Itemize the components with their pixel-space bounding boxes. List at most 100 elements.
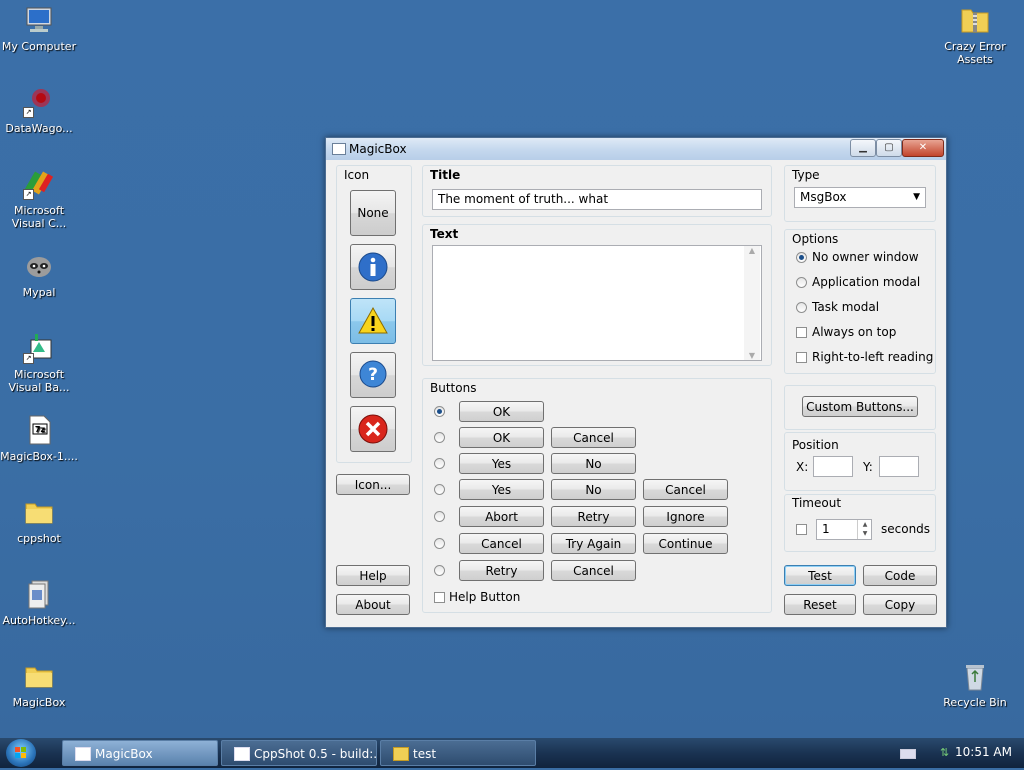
autohotkey-icon — [23, 578, 55, 610]
position-group: Position X: Y: — [784, 432, 936, 491]
timeout-spinner[interactable]: ▲ ▼ — [857, 520, 872, 539]
desktop-icon-label: MagicBox-1.... — [0, 450, 78, 463]
maximize-button[interactable]: ▢ — [876, 139, 902, 157]
text-scrollbar[interactable]: ▲ ▼ — [744, 246, 760, 360]
always-on-top-checkbox[interactable] — [796, 327, 807, 338]
buttons-radio-yes-no-cancel[interactable] — [434, 484, 445, 495]
about-button[interactable]: About — [336, 594, 410, 615]
desktop-icon-visual-basic[interactable]: ↗ Microsoft Visual Ba... — [0, 332, 78, 394]
buttons-radio-ok[interactable] — [434, 406, 445, 417]
scroll-down-icon[interactable]: ▼ — [744, 351, 760, 360]
buttons-radio-yes-no[interactable] — [434, 458, 445, 469]
preview-cancel-button[interactable]: Cancel — [459, 533, 544, 554]
taskbar-item-label: CppShot 0.5 - build:... — [254, 747, 377, 761]
magicbox-window: MagicBox ▁ ▢ ✕ Icon None ? Icon... Help … — [325, 137, 947, 628]
warning-icon — [358, 306, 388, 334]
icon-group-label: Icon — [344, 168, 370, 182]
preview-ok-button[interactable]: OK — [459, 427, 544, 448]
copy-button[interactable]: Copy — [863, 594, 937, 615]
taskbar-item-magicbox[interactable]: MagicBox — [62, 740, 218, 766]
icon-group: Icon None ? — [336, 165, 412, 463]
maximize-icon: ▢ — [884, 142, 894, 153]
preview-no-button[interactable]: No — [551, 479, 636, 500]
position-y-label: Y: — [863, 460, 873, 474]
position-y-input[interactable] — [879, 456, 919, 477]
desktop-icon-label: MagicBox — [12, 696, 66, 709]
network-icon[interactable]: ⇅ — [940, 746, 954, 759]
no-owner-radio[interactable] — [796, 252, 807, 263]
desktop-icon-autohotkey[interactable]: AutoHotkey... — [0, 578, 78, 627]
position-x-label: X: — [796, 460, 809, 474]
taskbar-item-cppshot[interactable]: CppShot 0.5 - build:... — [221, 740, 377, 766]
preview-yes-button[interactable]: Yes — [459, 453, 544, 474]
preview-ignore-button[interactable]: Ignore — [643, 506, 728, 527]
desktop-icon-label: My Computer — [1, 40, 77, 53]
timeout-checkbox[interactable] — [796, 524, 807, 535]
desktop-icon-cppshot[interactable]: cppshot — [0, 496, 78, 545]
buttons-radio-abort-retry-ignore[interactable] — [434, 511, 445, 522]
title-group: Title The moment of truth... what — [422, 165, 772, 217]
clock[interactable]: 10:51 AM — [955, 745, 1012, 759]
test-button[interactable]: Test — [784, 565, 856, 586]
type-group-label: Type — [792, 168, 820, 182]
spin-down-icon[interactable]: ▼ — [858, 529, 872, 538]
icon-none-button[interactable]: None — [350, 190, 396, 236]
minimize-button[interactable]: ▁ — [850, 139, 876, 157]
text-textarea[interactable] — [432, 245, 762, 361]
desktop-icon-label: Mypal — [22, 286, 56, 299]
preview-continue-button[interactable]: Continue — [643, 533, 728, 554]
window-titlebar[interactable]: MagicBox ▁ ▢ ✕ — [326, 138, 946, 160]
no-owner-label: No owner window — [812, 250, 919, 264]
icon-info-button[interactable] — [350, 244, 396, 290]
buttons-group-label: Buttons — [430, 381, 477, 395]
position-x-input[interactable] — [813, 456, 853, 477]
text-group-label: Text — [430, 227, 459, 241]
start-button[interactable] — [6, 739, 36, 767]
buttons-radio-cancel-tryagain-continue[interactable] — [434, 538, 445, 549]
preview-yes-button[interactable]: Yes — [459, 479, 544, 500]
preview-no-button[interactable]: No — [551, 453, 636, 474]
rtl-label: Right-to-left reading — [812, 350, 934, 364]
desktop-icon-magicbox-folder[interactable]: MagicBox — [0, 660, 78, 709]
icon-warning-button[interactable] — [350, 298, 396, 344]
desktop-icon-crazy-error-assets[interactable]: Crazy Error Assets — [936, 4, 1014, 66]
desktop-icon-recycle-bin[interactable]: Recycle Bin — [936, 660, 1014, 709]
preview-ok-button[interactable]: OK — [459, 401, 544, 422]
desktop-icon-visual-c[interactable]: ↗ Microsoft Visual C... — [0, 168, 78, 230]
title-input[interactable]: The moment of truth... what — [432, 189, 762, 210]
spin-up-icon[interactable]: ▲ — [858, 520, 872, 529]
rtl-checkbox[interactable] — [796, 352, 807, 363]
scroll-up-icon[interactable]: ▲ — [744, 246, 760, 255]
custom-buttons-button[interactable]: Custom Buttons... — [802, 396, 918, 417]
recycle-bin-icon — [959, 660, 991, 692]
preview-try-again-button[interactable]: Try Again — [551, 533, 636, 554]
desktop-icon-magicbox-archive[interactable]: 7z MagicBox-1.... — [0, 414, 78, 463]
desktop-icon-label: Recycle Bin — [943, 696, 1007, 709]
preview-retry-button[interactable]: Retry — [551, 506, 636, 527]
help-button[interactable]: Help — [336, 565, 410, 586]
preview-cancel-button[interactable]: Cancel — [551, 427, 636, 448]
reset-button[interactable]: Reset — [784, 594, 856, 615]
close-button[interactable]: ✕ — [902, 139, 944, 157]
buttons-radio-retry-cancel[interactable] — [434, 565, 445, 576]
buttons-radio-ok-cancel[interactable] — [434, 432, 445, 443]
icon-question-button[interactable]: ? — [350, 352, 396, 398]
code-button[interactable]: Code — [863, 565, 937, 586]
app-modal-radio[interactable] — [796, 277, 807, 288]
computer-icon — [23, 4, 55, 36]
icon-error-button[interactable] — [350, 406, 396, 452]
help-button-checkbox[interactable] — [434, 592, 445, 603]
taskbar-item-test[interactable]: test — [380, 740, 536, 766]
keyboard-icon[interactable] — [900, 749, 916, 759]
type-select[interactable]: MsgBox ▼ — [794, 187, 926, 208]
icon-picker-button[interactable]: Icon... — [336, 474, 410, 495]
preview-retry-button[interactable]: Retry — [459, 560, 544, 581]
preview-cancel-button[interactable]: Cancel — [643, 479, 728, 500]
desktop-icon-datawagon[interactable]: ↗ DataWago... — [0, 86, 78, 135]
preview-abort-button[interactable]: Abort — [459, 506, 544, 527]
preview-cancel-button[interactable]: Cancel — [551, 560, 636, 581]
task-modal-radio[interactable] — [796, 302, 807, 313]
text-group: Text ▲ ▼ — [422, 224, 772, 366]
desktop-icon-my-computer[interactable]: My Computer — [0, 4, 78, 53]
desktop-icon-mypal[interactable]: Mypal — [0, 250, 78, 299]
